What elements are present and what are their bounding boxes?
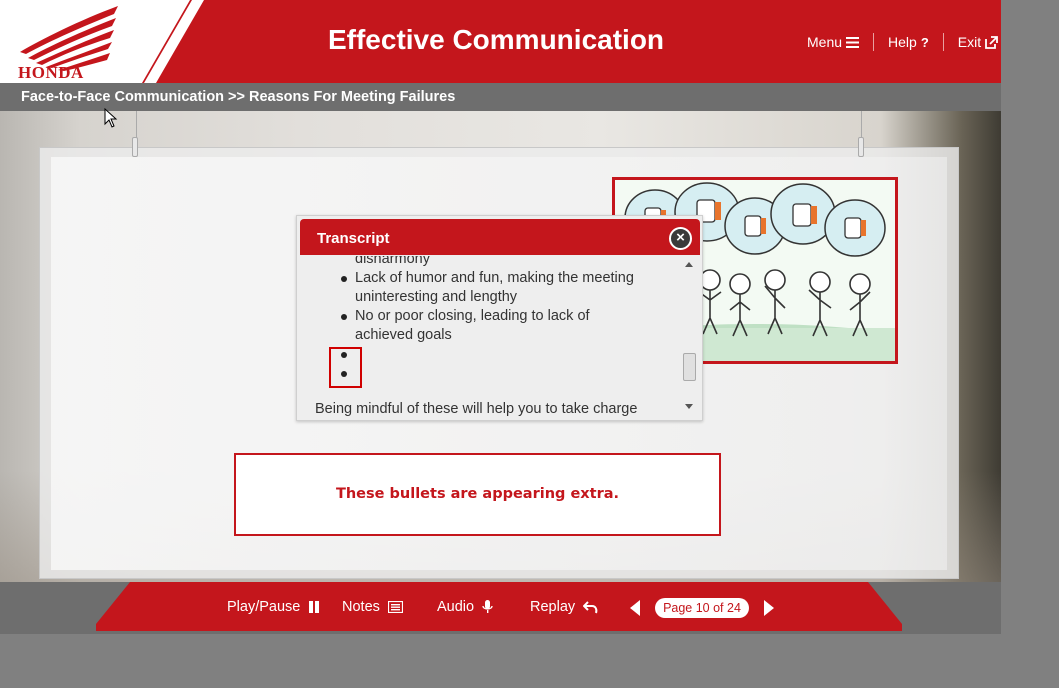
close-icon[interactable]: × [669, 227, 692, 250]
replay-button[interactable]: Replay [530, 599, 598, 615]
menu-button[interactable]: Menu [807, 34, 860, 50]
page-indicator: Page 10 of 24 [655, 598, 749, 618]
transcript-scrollbar[interactable] [682, 256, 698, 418]
help-button[interactable]: Help ? [888, 34, 929, 50]
play-pause-button[interactable]: Play/Pause [227, 599, 320, 615]
audio-label: Audio [437, 599, 475, 615]
exit-button[interactable]: Exit [957, 34, 999, 50]
transcript-line: No or poor closing, leading to lack of [355, 308, 590, 324]
notes-label: Notes [342, 599, 380, 615]
bullet-dot [341, 314, 347, 320]
board-clip [858, 137, 864, 157]
annotation-highlight-box [329, 347, 362, 388]
external-link-icon [985, 35, 999, 49]
audio-button[interactable]: Audio [437, 599, 493, 615]
prev-arrow-icon[interactable] [630, 600, 640, 616]
hanger-wire [861, 111, 862, 139]
top-navigation: Menu Help ? Exit [807, 33, 999, 51]
brand-logo-text: HONDA [18, 63, 84, 82]
exit-label: Exit [957, 34, 982, 50]
transcript-panel: Transcript × disharmony Lack of humor an… [296, 215, 703, 421]
transcript-header: Transcript × [300, 219, 700, 255]
scroll-thumb[interactable] [683, 353, 696, 381]
scroll-down-icon[interactable] [685, 404, 693, 409]
scroll-up-icon[interactable] [685, 262, 693, 267]
breadcrumb: Face-to-Face Communication >> Reasons Fo… [21, 89, 456, 105]
hanger-wire [136, 111, 137, 139]
next-arrow-icon[interactable] [764, 600, 774, 616]
bullet-dot [341, 276, 347, 282]
notes-icon [387, 601, 403, 613]
course-title: Effective Communication [327, 24, 665, 55]
transcript-body[interactable]: disharmony Lack of humor and fun, making… [297, 256, 682, 418]
replay-label: Replay [530, 599, 576, 615]
header-bar: HONDA Effective Communication Menu Help … [0, 0, 1001, 83]
pause-icon [309, 601, 320, 613]
transcript-line: Being mindful of these will help you to … [315, 401, 638, 417]
microphone-icon [482, 600, 493, 613]
board-clip [132, 137, 138, 157]
nav-divider [873, 33, 875, 51]
footer-controls-bar [96, 582, 902, 631]
transcript-line: achieved goals [355, 327, 452, 343]
footer-bar-shape [96, 582, 902, 631]
nav-divider [942, 33, 944, 51]
replay-icon [583, 600, 598, 613]
transcript-line: uninteresting and lengthy [355, 289, 518, 305]
annotation-note-box: These bullets are appearing extra. [234, 453, 721, 536]
notes-button[interactable]: Notes [342, 599, 403, 615]
transcript-title: Transcript [317, 230, 390, 247]
annotation-note-text: These bullets are appearing extra. [335, 486, 620, 502]
play-pause-label: Play/Pause [227, 599, 301, 615]
logo-panel: HONDA [0, 0, 204, 83]
menu-label: Menu [807, 34, 843, 50]
question-icon: ? [920, 34, 929, 50]
mouse-cursor-icon [104, 108, 118, 128]
transcript-line: disharmony [355, 256, 430, 267]
breadcrumb-bar: Face-to-Face Communication >> Reasons Fo… [0, 83, 1001, 111]
transcript-line: Lack of humor and fun, making the meetin… [355, 270, 634, 286]
hamburger-icon [846, 36, 860, 48]
help-label: Help [888, 34, 917, 50]
